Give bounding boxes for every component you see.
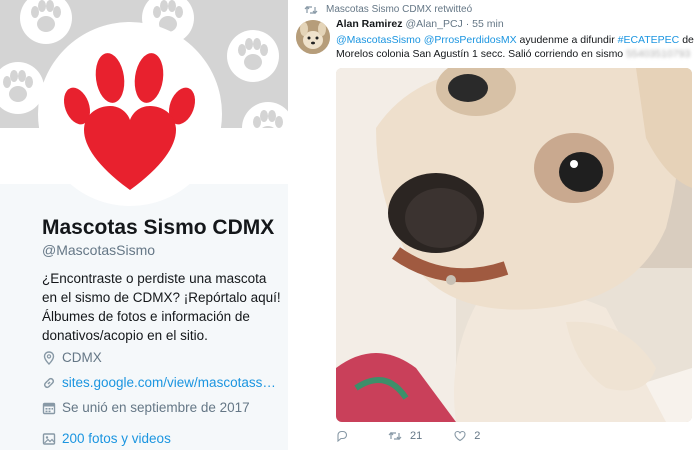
calendar-icon bbox=[42, 402, 56, 414]
tweet-photo[interactable] bbox=[336, 68, 692, 422]
profile-info: Mascotas Sismo CDMX @MascotasSismo ¿Enco… bbox=[42, 215, 282, 345]
image-icon bbox=[42, 432, 56, 445]
retweet-label: Mascotas Sismo CDMX retwitteó bbox=[326, 4, 473, 15]
redacted-phone: 55403510793 bbox=[626, 48, 691, 60]
chihuahua-photo bbox=[336, 68, 692, 422]
author-avatar[interactable] bbox=[296, 20, 330, 54]
hashtag-link[interactable]: #ECATEPEC bbox=[618, 34, 680, 46]
chihuahua-avatar-icon bbox=[296, 20, 330, 54]
author-handle[interactable]: @Alan_PCJ bbox=[405, 18, 462, 30]
profile-media[interactable]: 200 fotos y videos bbox=[42, 431, 171, 446]
like-button[interactable]: 2 bbox=[454, 430, 480, 442]
tweet-text-segment: ayudenme a difundir bbox=[516, 34, 618, 46]
tweet-actions: 21 2 bbox=[336, 430, 512, 442]
author-name[interactable]: Alan Ramirez bbox=[336, 18, 403, 30]
retweet-count: 21 bbox=[410, 430, 423, 442]
profile-bio: ¿Encontraste o perdiste una mascota en e… bbox=[42, 271, 281, 343]
website-link[interactable]: sites.google.com/view/mascotass… bbox=[62, 375, 276, 390]
retweet-button[interactable]: 21 bbox=[388, 430, 422, 442]
like-icon bbox=[454, 430, 466, 442]
location-text: CDMX bbox=[62, 350, 102, 365]
retweet-icon bbox=[388, 431, 402, 441]
profile-website[interactable]: sites.google.com/view/mascotass… bbox=[42, 375, 276, 390]
profile-location: CDMX bbox=[42, 350, 102, 365]
banner-paw-icon bbox=[227, 30, 279, 82]
profile-joined: Se unió en septiembre de 2017 bbox=[42, 400, 250, 415]
retweet-context[interactable]: Mascotas Sismo CDMX retwitteó bbox=[304, 4, 472, 15]
joined-text: Se unió en septiembre de 2017 bbox=[62, 400, 250, 415]
tweet-header: Alan Ramirez @Alan_PCJ · 55 min bbox=[336, 18, 504, 30]
reply-button[interactable] bbox=[336, 430, 356, 442]
media-link[interactable]: 200 fotos y videos bbox=[62, 431, 171, 446]
profile-handle[interactable]: @MascotasSismo bbox=[42, 242, 282, 258]
profile-avatar[interactable] bbox=[38, 22, 222, 206]
mention-link[interactable]: @MascotasSismo bbox=[336, 34, 421, 46]
profile-name[interactable]: Mascotas Sismo CDMX bbox=[42, 215, 282, 241]
like-count: 2 bbox=[474, 430, 481, 442]
reply-icon bbox=[337, 430, 348, 442]
paw-heart-icon bbox=[63, 53, 196, 190]
retweet-icon bbox=[304, 5, 318, 14]
tweet[interactable]: Mascotas Sismo CDMX retwitteó Alan Ramir… bbox=[288, 0, 700, 450]
tweet-text: @MascotasSismo @PrrosPerdidosMX ayudenme… bbox=[336, 33, 694, 61]
tweet-time[interactable]: · 55 min bbox=[466, 18, 504, 30]
profile-sidebar: Mascotas Sismo CDMX @MascotasSismo ¿Enco… bbox=[0, 0, 288, 450]
link-icon bbox=[43, 377, 55, 388]
mention-link[interactable]: @PrrosPerdidosMX bbox=[424, 34, 517, 46]
location-icon bbox=[43, 350, 55, 365]
banner-paw-icon bbox=[242, 102, 288, 128]
